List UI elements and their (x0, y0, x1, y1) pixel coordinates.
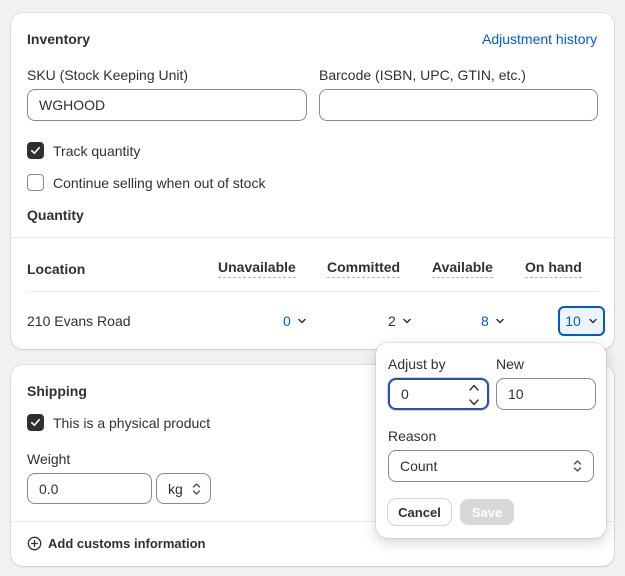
add-customs-link[interactable]: Add customs information (27, 536, 205, 551)
chevron-down-icon (403, 318, 411, 324)
continue-selling-checkbox[interactable] (27, 174, 44, 191)
quantity-divider (11, 237, 614, 238)
barcode-input[interactable] (319, 89, 598, 121)
select-chevron-icon (573, 460, 582, 472)
unavailable-quantity: 0 (283, 313, 291, 329)
stepper-icon (192, 482, 201, 495)
on-hand-quantity-button[interactable]: 10 (558, 306, 605, 336)
available-column-header[interactable]: Available (432, 259, 493, 278)
track-quantity-label: Track quantity (53, 143, 141, 159)
add-customs-label: Add customs information (48, 536, 206, 551)
continue-selling-label: Continue selling when out of stock (53, 175, 266, 191)
weight-label: Weight (27, 451, 71, 467)
on-hand-column-header[interactable]: On hand (525, 259, 582, 278)
unavailable-column-header[interactable]: Unavailable (218, 259, 296, 278)
unavailable-quantity-button[interactable]: 0 (283, 313, 307, 329)
number-stepper[interactable] (467, 383, 481, 407)
chevron-down-icon (298, 318, 306, 324)
table-header-divider (27, 291, 598, 292)
adjust-by-value: 0 (401, 386, 409, 402)
barcode-label: Barcode (ISBN, UPC, GTIN, etc.) (319, 67, 526, 83)
reason-select[interactable]: Count (388, 450, 594, 482)
available-quantity: 8 (481, 313, 489, 329)
chevron-down-icon (589, 318, 597, 324)
committed-column-header[interactable]: Committed (327, 259, 401, 278)
stepper-down-icon[interactable] (468, 398, 480, 407)
location-column-header: Location (27, 261, 86, 277)
location-name: 210 Evans Road (27, 313, 131, 329)
sku-input-value: WGHOOD (39, 97, 106, 113)
adjustment-history-link[interactable]: Adjustment history (482, 31, 597, 47)
weight-unit-select[interactable]: kg (156, 473, 211, 504)
track-quantity-checkbox[interactable] (27, 142, 44, 159)
weight-unit-value: kg (168, 480, 183, 497)
chevron-down-icon (496, 318, 504, 324)
committed-quantity-button[interactable]: 2 (388, 313, 412, 329)
physical-product-checkbox[interactable] (27, 414, 44, 431)
plus-circle-icon (27, 536, 42, 551)
checkmark-icon (31, 418, 40, 427)
new-quantity-input[interactable]: 10 (496, 378, 596, 410)
cancel-button[interactable]: Cancel (388, 499, 451, 525)
sku-label: SKU (Stock Keeping Unit) (27, 67, 189, 83)
shipping-title: Shipping (27, 383, 87, 399)
inventory-card: Inventory Adjustment history SKU (Stock … (11, 13, 614, 349)
checkmark-icon (31, 146, 40, 155)
sku-input[interactable]: WGHOOD (27, 89, 307, 121)
new-quantity-label: New (496, 356, 525, 372)
save-button[interactable]: Save (460, 499, 514, 525)
inventory-title: Inventory (27, 31, 91, 47)
weight-input[interactable]: 0.0 (27, 473, 152, 504)
physical-product-label: This is a physical product (53, 415, 211, 431)
new-quantity-value: 10 (508, 386, 524, 402)
adjust-by-label: Adjust by (388, 356, 446, 372)
on-hand-quantity: 10 (565, 313, 581, 329)
committed-quantity: 2 (388, 313, 396, 329)
reason-value: Count (400, 458, 438, 474)
adjust-quantity-popover: Adjust by 0 New 10 Reason Count Cancel S… (376, 343, 606, 538)
available-quantity-button[interactable]: 8 (481, 313, 505, 329)
weight-value: 0.0 (39, 480, 59, 497)
quantity-heading: Quantity (27, 207, 84, 223)
adjust-by-input[interactable]: 0 (388, 378, 489, 410)
stepper-up-icon[interactable] (468, 383, 480, 392)
reason-label: Reason (388, 428, 437, 444)
